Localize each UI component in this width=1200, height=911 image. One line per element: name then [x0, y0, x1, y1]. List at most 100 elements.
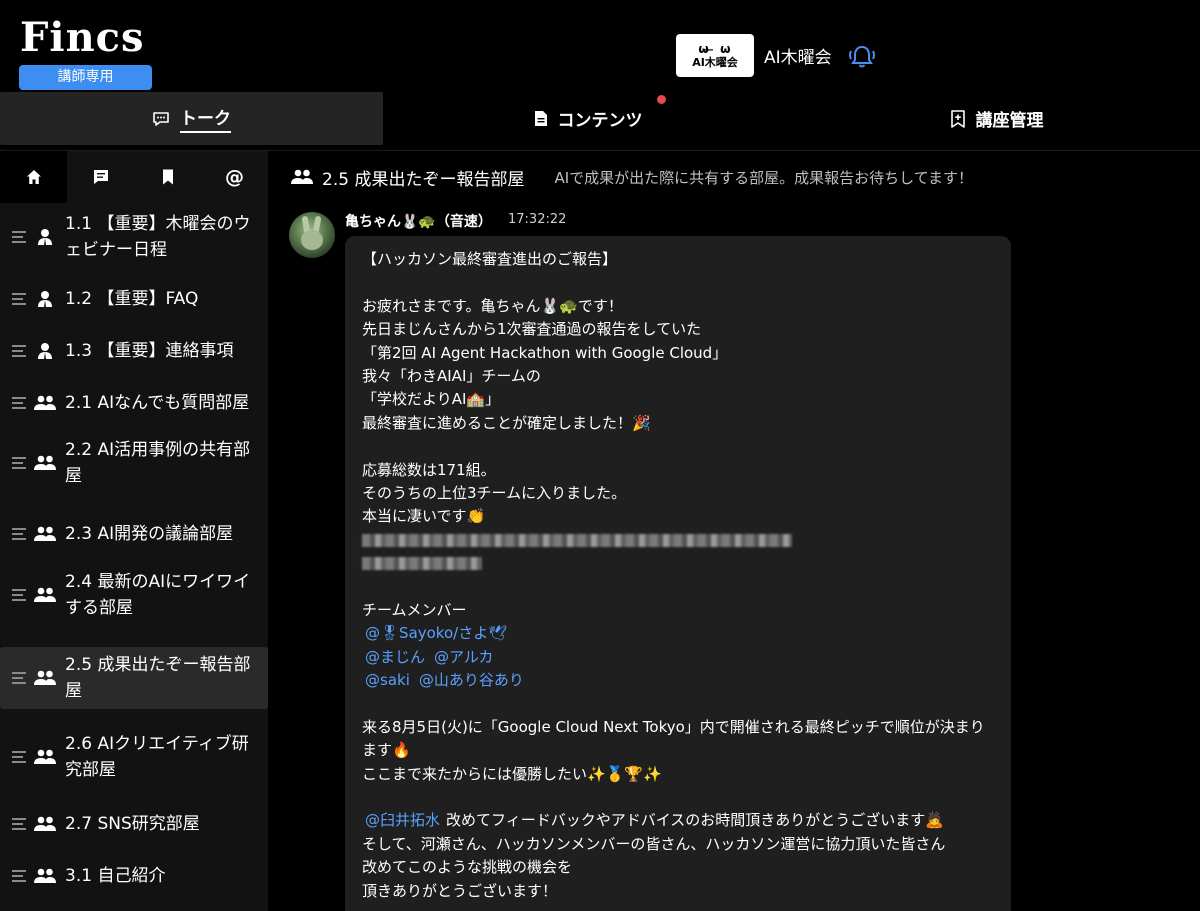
sidebar-mentions-button[interactable]: @ [201, 151, 268, 203]
community-switcher[interactable]: ω ̶ ω AI木曜会 AI木曜会 [676, 34, 878, 77]
sidebar-room-2-2[interactable]: 2.2 AI活用事例の共有部屋 [0, 433, 268, 493]
avatar[interactable] [289, 212, 335, 258]
mention-icon: @ [225, 166, 244, 188]
message-line [362, 529, 994, 552]
drag-handle-icon[interactable] [12, 293, 26, 305]
contents-notification-dot [657, 95, 666, 104]
message-text: 先日まじんさんから1次審査通過の報告をしていた [362, 320, 702, 339]
room-header: 2.5 成果出たぞー報告部屋 AIで成果が出た際に共有する部屋。成果報告お待ちし… [268, 151, 1200, 203]
sidebar-messages-button[interactable] [67, 151, 134, 203]
message-timestamp: 17:32:22 [508, 212, 567, 227]
message-text: 改めてこのような挑戦の機会を [362, 858, 573, 877]
message-line: 本当に凄いです👏 [362, 505, 994, 528]
message-line [362, 271, 994, 294]
group-icon [34, 395, 56, 410]
bookmark-plus-icon [950, 109, 965, 128]
message-text: お疲れさまです。亀ちゃん🐰🐢です！ [362, 296, 623, 315]
app-header: Fincs 講師専用 ω ̶ ω AI木曜会 AI木曜会 [0, 0, 1200, 92]
document-icon [534, 111, 547, 126]
message-text: そのうちの上位3チームに入りました。 [362, 483, 627, 502]
message-text: 最終審査に進めることが確定しました！🎉 [362, 413, 651, 432]
drag-handle-icon[interactable] [12, 231, 26, 243]
community-name[interactable]: AI木曜会 [764, 43, 832, 68]
tab-contents-label: コンテンツ [557, 111, 643, 131]
sidebar-room-label: 2.5 成果出たぞー報告部屋 [65, 655, 251, 701]
bell-ringing-icon[interactable] [846, 42, 878, 70]
mention-link[interactable]: @山あり谷あり [419, 671, 524, 689]
sidebar-room-1-2[interactable]: 1.2 【重要】FAQ [0, 273, 268, 325]
sidebar-room-2-6[interactable]: 2.6 AIクリエイティブ研究部屋 [0, 727, 268, 787]
group-icon [34, 455, 56, 470]
message-line [362, 435, 994, 458]
sidebar-room-1-3[interactable]: 1.3 【重要】連絡事項 [0, 325, 268, 377]
message-line: 「第2回 AI Agent Hackathon with Google Clou… [362, 342, 994, 365]
message-bubble: 【ハッカソン最終審査進出のご報告】 お疲れさまです。亀ちゃん🐰🐢です！ 先日まじんさ… [345, 236, 1011, 911]
sidebar-room-label: 2.7 SNS研究部屋 [65, 814, 200, 834]
community-logo-mark: ω ̶ ω [698, 41, 732, 56]
sidebar-room-label: 2.2 AI活用事例の共有部屋 [65, 440, 251, 486]
message-text: 【ハッカソン最終審査進出のご報告】 [362, 250, 618, 268]
message-text: そして、河瀬さん、ハッカソンメンバーの皆さん、ハッカソン運営に協力頂いた皆さん [362, 834, 946, 853]
sidebar-bookmarks-button[interactable] [134, 151, 201, 203]
sidebar-room-2-1[interactable]: 2.1 AIなんでも質問部屋 [0, 377, 268, 429]
sidebar-room-label: 2.1 AIなんでも質問部屋 [65, 393, 250, 413]
sidebar-room-3-1[interactable]: 3.1 自己紹介 [0, 850, 268, 902]
mention-link[interactable]: @saki [365, 671, 410, 689]
sidebar-room-2-7[interactable]: 2.7 SNS研究部屋 [0, 798, 268, 850]
mention-link[interactable]: @🎖Sayoko/さよ🕊 [365, 624, 507, 642]
message-line: ます🔥 [362, 739, 994, 762]
sidebar-room-2-4[interactable]: 2.4 最新のAIにワイワイする部屋 [0, 565, 268, 625]
drag-handle-icon[interactable] [12, 397, 26, 409]
sidebar-filter-bar: @ [0, 151, 268, 203]
tab-course-management-label: 講座管理 [975, 111, 1044, 131]
tab-course-management[interactable]: 講座管理 [793, 92, 1200, 145]
message-line: 来る8月5日(火)に「Google Cloud Next Tokyo」内で開催さ… [362, 716, 994, 739]
chat-bubble-icon [153, 111, 169, 126]
app-logo[interactable]: Fincs [20, 14, 145, 62]
group-icon [34, 526, 56, 541]
message-line: @🎖Sayoko/さよ🕊 [362, 622, 994, 645]
tab-talk-label: トーク [180, 104, 231, 133]
message-line: 応募総数は171組。 [362, 459, 994, 482]
drag-handle-icon[interactable] [12, 345, 26, 357]
sidebar-room-2-5[interactable]: 2.5 成果出たぞー報告部屋 [0, 647, 268, 709]
tab-contents[interactable]: コンテンツ [383, 92, 793, 145]
mention-link[interactable]: @臼井拓水 [365, 811, 440, 829]
sidebar-room-1-1[interactable]: 1.1 【重要】木曜会のウェビナー日程 [0, 207, 268, 267]
sidebar-room-label: 2.4 最新のAIにワイワイする部屋 [65, 572, 251, 618]
message-author[interactable]: 亀ちゃん🐰🐢（音速） [345, 211, 492, 231]
drag-handle-icon[interactable] [12, 818, 26, 830]
sidebar-room-label: 3.1 自己紹介 [65, 866, 166, 886]
group-icon [34, 868, 56, 883]
sidebar-room-label: 2.6 AIクリエイティブ研究部屋 [65, 734, 249, 780]
message-line: ここまで来たからには優勝したい✨🥇🏆✨ [362, 763, 994, 786]
message-line: そして、河瀬さん、ハッカソンメンバーの皆さん、ハッカソン運営に協力頂いた皆さん [362, 833, 994, 856]
mention-link[interactable]: @まじん [365, 648, 425, 666]
sidebar-home-button[interactable] [0, 151, 67, 203]
message-line: 頂きありがとうございます！ [362, 880, 994, 903]
sidebar-room-2-3[interactable]: 2.3 AI開発の議論部屋 [0, 508, 268, 560]
tab-talk[interactable]: トーク [0, 92, 383, 145]
community-logo[interactable]: ω ̶ ω AI木曜会 [676, 34, 754, 77]
group-icon [34, 587, 56, 602]
drag-handle-icon[interactable] [12, 589, 26, 601]
drag-handle-icon[interactable] [12, 751, 26, 763]
message-body: 【ハッカソン最終審査進出のご報告】 お疲れさまです。亀ちゃん🐰🐢です！ 先日まじんさ… [362, 248, 994, 903]
group-icon [34, 816, 56, 831]
message-text: チームメンバー [362, 600, 467, 619]
drag-handle-icon[interactable] [12, 672, 26, 684]
drag-handle-icon[interactable] [12, 870, 26, 882]
message-line [362, 552, 994, 575]
drag-handle-icon[interactable] [12, 457, 26, 469]
person-icon [38, 343, 52, 360]
main-tabs: トーク コンテンツ 講座管理 [0, 92, 1200, 150]
mention-link[interactable]: @アルカ [434, 648, 493, 666]
message-line: 先日まじんさんから1次審査通過の報告をしていた [362, 318, 994, 341]
redacted-text [362, 533, 792, 547]
message-line: 我々「わきAIAI」チームの [362, 365, 994, 388]
message-text: 応募総数は171組。 [362, 460, 496, 479]
drag-handle-icon[interactable] [12, 528, 26, 540]
sidebar-room-label: 1.2 【重要】FAQ [65, 289, 199, 309]
group-icon [34, 670, 56, 685]
bookmark-icon [162, 169, 173, 185]
